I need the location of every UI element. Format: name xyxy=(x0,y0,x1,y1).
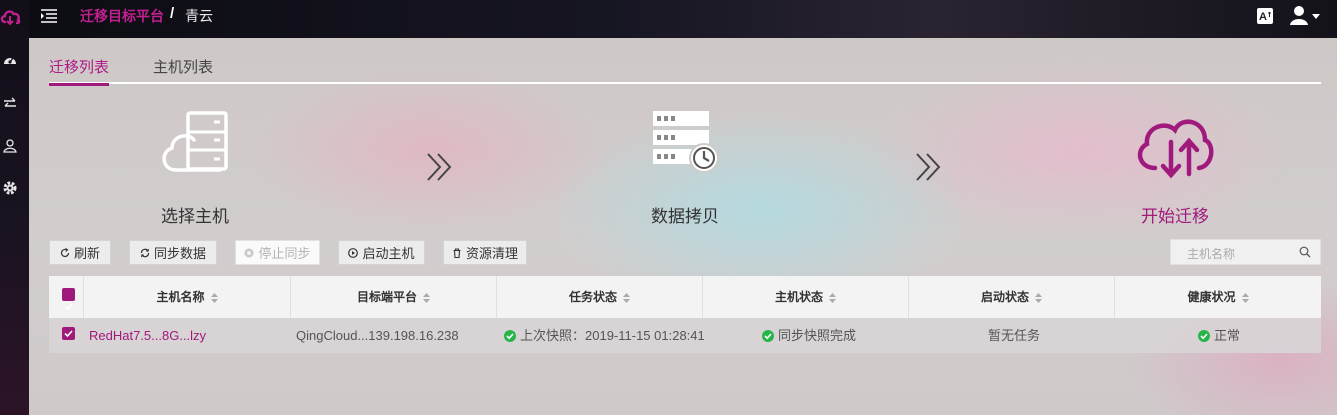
sort-icon[interactable] xyxy=(1241,292,1249,303)
breadcrumb-current: 青云 xyxy=(185,8,213,24)
user-icon[interactable] xyxy=(1288,5,1310,25)
health-cell: 正常 xyxy=(1198,318,1240,353)
cloud-sync-icon xyxy=(1137,119,1214,179)
cloud-server-icon xyxy=(162,111,228,172)
check-circle-icon xyxy=(1198,330,1210,342)
tab-host-list[interactable]: 主机列表 xyxy=(153,56,213,83)
stop-sync-label: 停止同步 xyxy=(258,246,311,261)
check-circle-icon xyxy=(762,330,774,342)
column-header-host-status[interactable]: 主机状态 xyxy=(703,276,909,318)
health-text: 正常 xyxy=(1214,328,1241,343)
user-group-icon[interactable] xyxy=(2,138,18,154)
column-label: 启动状态 xyxy=(980,290,1029,304)
breadcrumb-platform[interactable]: 迁移目标平台 xyxy=(80,6,164,26)
target-platform-cell: QingCloud...139.198.16.238 xyxy=(296,328,459,343)
resource-cleanup-button[interactable]: 资源清理 xyxy=(443,240,527,265)
trash-icon xyxy=(453,247,461,258)
step-start-migration: 开始迁移 xyxy=(1141,207,1209,226)
column-label: 目标端平台 xyxy=(356,290,417,304)
column-label: 健康状况 xyxy=(1187,290,1236,304)
tab-bar: 迁移列表 主机列表 xyxy=(49,54,1321,86)
stop-icon xyxy=(244,248,254,257)
host-status-text: 同步快照完成 xyxy=(778,328,857,343)
host-status-cell: 同步快照完成 xyxy=(762,318,856,353)
sort-icon[interactable] xyxy=(210,292,218,303)
search-icon[interactable] xyxy=(1299,246,1311,258)
boot-status-cell: 暂无任务 xyxy=(988,328,1041,343)
step-data-copy: 数据拷贝 xyxy=(651,207,719,226)
play-icon xyxy=(348,247,359,258)
sort-icon[interactable] xyxy=(829,292,836,303)
sync-icon xyxy=(140,248,150,257)
stop-sync-button[interactable]: 停止同步 xyxy=(235,240,320,265)
resource-cleanup-label: 资源清理 xyxy=(465,246,518,261)
sort-icon[interactable] xyxy=(423,292,430,303)
menu-toggle-icon[interactable] xyxy=(40,8,58,24)
column-label: 主机名称 xyxy=(156,290,205,304)
sort-icon[interactable] xyxy=(1035,292,1042,303)
column-header-boot-status[interactable]: 启动状态 xyxy=(909,276,1115,318)
refresh-button[interactable]: 刷新 xyxy=(49,240,111,265)
transfer-icon[interactable] xyxy=(2,95,18,111)
start-host-button[interactable]: 启动主机 xyxy=(338,240,425,265)
column-label: 任务状态 xyxy=(568,290,617,304)
column-header-health[interactable]: 健康状况 xyxy=(1115,276,1321,318)
column-header-host-name[interactable]: 主机名称 xyxy=(84,276,291,318)
double-chevron-right-icon xyxy=(427,153,452,181)
select-all-cell xyxy=(49,276,84,318)
language-icon[interactable]: A xyxy=(1257,8,1273,24)
gear-icon[interactable] xyxy=(2,180,18,196)
refresh-icon xyxy=(60,247,70,257)
table-header: 主机名称 目标端平台 任务状态 主机状态 启动状态 健康状况 xyxy=(49,276,1321,318)
task-status-text: 上次快照：2019-11-15 01:28:41 xyxy=(520,328,705,343)
select-all-checkbox[interactable] xyxy=(62,288,75,311)
breadcrumb-separator: / xyxy=(170,5,175,22)
refresh-label: 刷新 xyxy=(73,246,100,261)
sync-data-button[interactable]: 同步数据 xyxy=(129,240,217,265)
column-header-target-platform[interactable]: 目标端平台 xyxy=(291,276,497,318)
row-checkbox[interactable] xyxy=(62,327,75,340)
column-header-task-status[interactable]: 任务状态 xyxy=(497,276,703,318)
column-label: 主机状态 xyxy=(774,290,823,304)
double-chevron-right-icon xyxy=(916,153,941,181)
check-circle-icon xyxy=(504,330,516,342)
table-row[interactable]: RedHat7.5...8G...lzy QingCloud...139.198… xyxy=(49,318,1321,353)
cloud-logo-icon[interactable] xyxy=(0,6,22,28)
chevron-down-icon[interactable] xyxy=(1312,14,1320,19)
tab-migration-list[interactable]: 迁移列表 xyxy=(49,56,110,86)
step-select-host: 选择主机 xyxy=(161,207,229,226)
sidebar xyxy=(0,0,29,415)
host-name-link[interactable]: RedHat7.5...8G...lzy xyxy=(89,318,206,353)
task-status-cell: 上次快照：2019-11-15 01:28:41 xyxy=(504,318,705,353)
sort-icon[interactable] xyxy=(623,292,630,303)
language-glyph: A xyxy=(1259,11,1267,23)
dashboard-icon[interactable] xyxy=(2,52,18,68)
sync-data-label: 同步数据 xyxy=(153,246,206,261)
start-host-label: 启动主机 xyxy=(362,246,415,261)
server-clock-icon xyxy=(653,111,719,173)
